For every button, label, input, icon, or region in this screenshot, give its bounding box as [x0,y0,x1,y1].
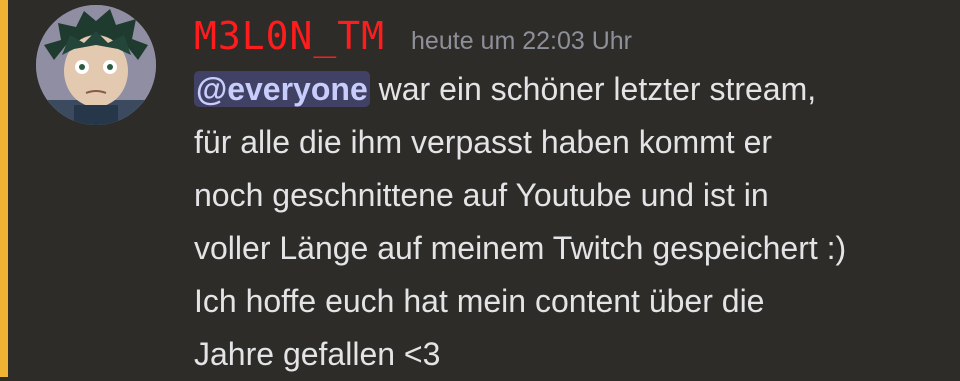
message-text: war ein schöner letzter stream, [369,71,817,107]
message-header: M3L0N_TM heute um 22:03 Uhr [194,14,632,64]
avatar-image [36,5,156,125]
message-line: voller Länge auf meinem Twitch gespeiche… [194,230,847,266]
message-line: @everyone war ein schöner letzter stream… [194,63,954,116]
message-content: @everyone war ein schöner letzter stream… [194,63,954,381]
message-line: Jahre gefallen <3 [194,336,441,372]
message-timestamp[interactable]: heute um 22:03 Uhr [411,27,632,56]
author-username[interactable]: M3L0N_TM [194,14,385,58]
mention-highlight-bar [0,0,8,377]
message-line: noch geschnittene auf Youtube und ist in [194,177,769,213]
avatar[interactable] [36,5,156,125]
everyone-mention[interactable]: @everyone [194,71,370,107]
message-line: für alle die ihm verpasst haben kommt er [194,124,773,160]
message-line: Ich hoffe euch hat mein content über die [194,283,765,319]
